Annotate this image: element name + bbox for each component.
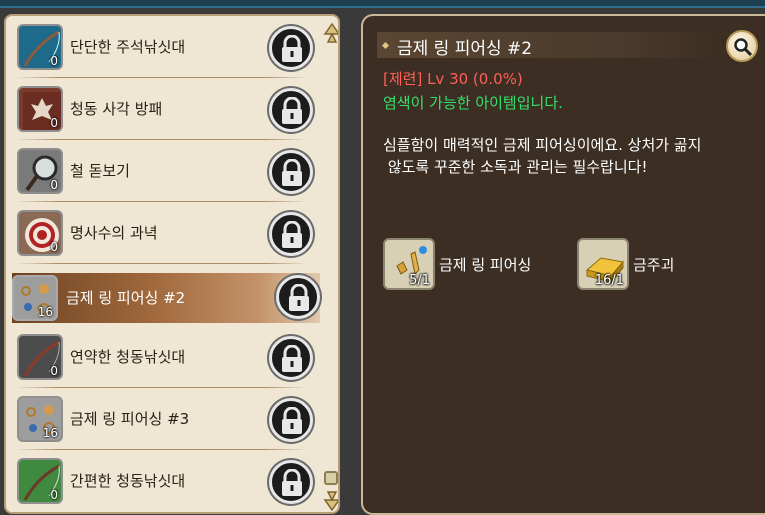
recipe-label: 철 돋보기	[70, 162, 130, 180]
shield-icon: 0	[17, 86, 63, 132]
material-quantity: 16/1	[594, 273, 624, 288]
lock-icon	[269, 336, 313, 380]
ring-piercing-icon: 5/1	[383, 238, 435, 290]
material-slot-1[interactable]: 16/1 금주괴	[577, 238, 717, 292]
recipe-list-panel: 0 단단한 주석낚싯대 0 청동 사각 방패 0 철 돋보기 0 명사수의 과녁…	[4, 14, 340, 514]
recipe-row-3[interactable]: 0 명사수의 과녁	[12, 202, 313, 264]
ring-piercing-icon: 16	[12, 275, 58, 321]
fishing-rod-icon: 0	[17, 24, 63, 70]
ring-piercing-icon: 16	[17, 396, 63, 442]
recipe-row-4-selected[interactable]: 16 금제 링 피어싱 #2	[12, 273, 320, 323]
recipe-label: 청동 사각 방패	[70, 100, 163, 118]
item-description: 심플함이 매력적인 금제 피어싱이에요. 상처가 곪지 않도록 꾸준한 소독과 …	[383, 134, 763, 178]
material-name: 금주괴	[633, 256, 675, 274]
lock-icon	[269, 88, 313, 132]
gold-ingot-icon: 16/1	[577, 238, 629, 290]
recipe-label: 금제 링 피어싱 #2	[66, 289, 186, 307]
dye-available-text: 염색이 가능한 아이템입니다.	[383, 94, 563, 112]
item-count: 0	[50, 178, 58, 192]
fishing-rod-icon: 0	[17, 334, 63, 380]
recipe-row-0[interactable]: 0 단단한 주석낚싯대	[12, 16, 313, 78]
recipe-row-1[interactable]: 0 청동 사각 방패	[12, 78, 313, 140]
recipe-row-7[interactable]: 0 간편한 청동낚싯대	[12, 450, 313, 512]
recipe-label: 연약한 청동낚싯대	[70, 348, 186, 366]
item-count: 16	[42, 426, 58, 440]
description-line: 않도록 꾸준한 소독과 관리는 필수랍니다!	[383, 158, 648, 176]
description-line: 심플함이 매력적인 금제 피어싱이에요. 상처가 곪지	[383, 136, 702, 154]
item-detail-panel: 금제 링 피어싱 #2 [제련] Lv 30 (0.0%) 염색이 가능한 아이…	[361, 14, 765, 515]
top-bar	[0, 0, 765, 8]
recipe-row-2[interactable]: 0 철 돋보기	[12, 140, 313, 202]
target-icon: 0	[17, 210, 63, 256]
scrollbar-thumb[interactable]	[324, 471, 338, 485]
material-slot-0[interactable]: 5/1 금제 링 피어싱	[383, 238, 563, 292]
recipe-label: 간편한 청동낚싯대	[70, 472, 186, 490]
item-count: 0	[50, 54, 58, 68]
lock-icon	[269, 460, 313, 504]
search-button[interactable]	[726, 30, 758, 62]
recipe-row-5[interactable]: 0 연약한 청동낚싯대	[12, 326, 313, 388]
item-count: 0	[50, 116, 58, 130]
recipe-label: 단단한 주석낚싯대	[70, 38, 186, 56]
recipe-label: 금제 링 피어싱 #3	[70, 410, 190, 428]
fishing-rod-icon: 0	[17, 458, 63, 504]
recipe-row-6[interactable]: 16 금제 링 피어싱 #3	[12, 388, 313, 450]
search-icon	[734, 38, 753, 57]
scroll-down-arrow-icon[interactable]	[323, 488, 338, 512]
item-title: 금제 링 피어싱 #2	[397, 39, 533, 59]
row-divider	[16, 263, 308, 264]
item-count: 16	[37, 305, 53, 319]
lock-icon	[269, 212, 313, 256]
lock-icon	[269, 150, 313, 194]
scroll-up-arrow-icon[interactable]	[323, 22, 338, 46]
recipe-label: 명사수의 과녁	[70, 224, 158, 242]
lock-icon	[276, 275, 320, 319]
lock-icon	[269, 26, 313, 70]
craft-level-text: [제련] Lv 30 (0.0%)	[383, 70, 523, 88]
item-count: 0	[50, 488, 58, 502]
item-count: 0	[50, 240, 58, 254]
material-quantity: 5/1	[409, 273, 430, 288]
magnifier-icon: 0	[17, 148, 63, 194]
item-count: 0	[50, 364, 58, 378]
lock-icon	[269, 398, 313, 442]
material-name: 금제 링 피어싱	[439, 256, 532, 274]
